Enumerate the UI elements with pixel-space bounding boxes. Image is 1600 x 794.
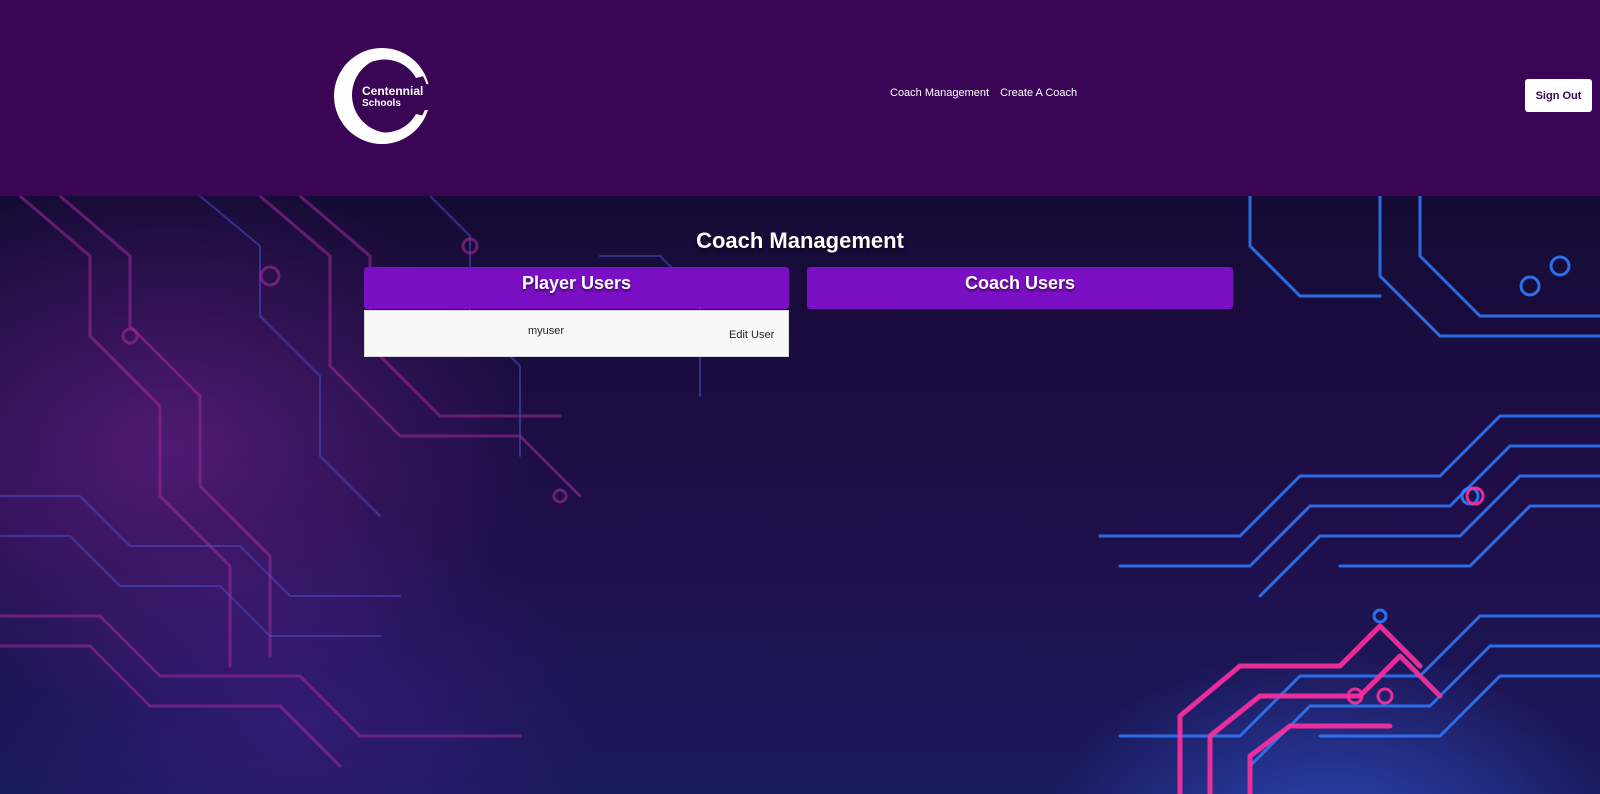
nav-create-a-coach[interactable]: Create A Coach bbox=[1000, 87, 1077, 99]
player-users-panel-header: Player Users bbox=[364, 267, 789, 309]
main-nav: Coach Management Create A Coach bbox=[890, 87, 1077, 99]
player-user-name: myuser bbox=[528, 325, 565, 337]
page-title: Coach Management bbox=[696, 228, 904, 253]
coach-users-panel-header: Coach Users bbox=[807, 267, 1233, 309]
edit-user-link[interactable]: Edit User bbox=[729, 329, 774, 341]
circuit-decoration bbox=[0, 196, 1600, 794]
top-header: Centennial Schools Coach Management Crea… bbox=[0, 0, 1600, 196]
centennial-schools-logo-image: Centennial Schools bbox=[334, 48, 430, 144]
sign-out-button[interactable]: Sign Out bbox=[1525, 79, 1592, 112]
centennial-schools-logo[interactable]: Centennial Schools bbox=[332, 46, 432, 146]
player-user-row: myuser Edit User bbox=[364, 310, 789, 357]
circuit-background bbox=[0, 196, 1600, 794]
svg-text:Schools: Schools bbox=[362, 98, 401, 109]
svg-text:Centennial: Centennial bbox=[362, 84, 423, 98]
nav-coach-management[interactable]: Coach Management bbox=[890, 87, 989, 99]
